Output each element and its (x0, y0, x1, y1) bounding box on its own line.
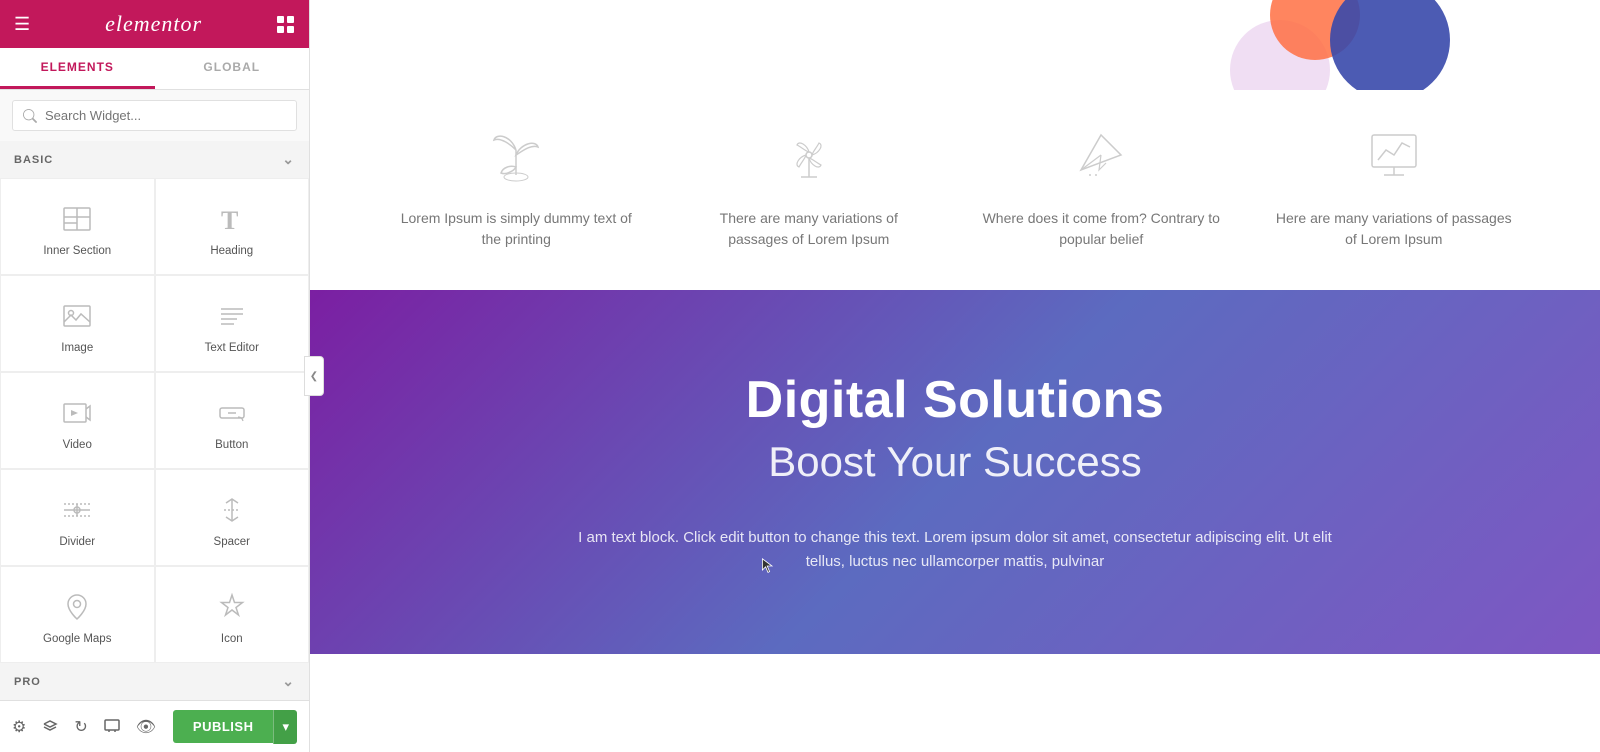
feature-item-3: Here are many variations of passages of … (1274, 120, 1514, 250)
deco-circle-blue (1330, 0, 1450, 90)
pro-section-label: PRO (14, 676, 41, 688)
pro-section-header[interactable]: PRO ⌄ (0, 663, 309, 700)
sidebar-bottom: ⚙ ↻ 👁 PUBLISH ▾ (0, 700, 309, 752)
divider-icon (61, 492, 93, 528)
google-maps-icon (61, 589, 93, 625)
widget-icon-label: Icon (221, 633, 243, 645)
publish-group: PUBLISH ▾ (173, 710, 297, 744)
publish-arrow-button[interactable]: ▾ (273, 710, 297, 744)
sidebar: ☰ elementor ELEMENTS GLOBAL BASIC ⌄ (0, 0, 310, 752)
pro-chevron-icon: ⌄ (282, 673, 295, 690)
feature-icon-paper-plane (1066, 120, 1136, 190)
feature-item-0: Lorem Ipsum is simply dummy text of the … (396, 120, 636, 250)
hero-title: Digital Solutions (746, 370, 1165, 430)
publish-button[interactable]: PUBLISH (173, 710, 274, 743)
preview-icon[interactable]: 👁 (136, 717, 156, 737)
widget-google-maps-label: Google Maps (43, 633, 111, 645)
feature-text-3: Here are many variations of passages of … (1274, 208, 1514, 250)
image-icon (61, 298, 93, 334)
history-icon[interactable]: ↻ (74, 717, 87, 737)
basic-section-label: BASIC (14, 154, 53, 166)
feature-item-2: Where does it come from? Contrary to pop… (981, 120, 1221, 250)
widget-divider[interactable]: Divider (0, 469, 155, 566)
widget-text-editor[interactable]: Text Editor (155, 275, 310, 372)
tab-global[interactable]: GLOBAL (155, 48, 310, 89)
responsive-icon[interactable] (104, 716, 120, 737)
heading-icon: T (216, 201, 248, 237)
widget-video-label: Video (63, 439, 92, 451)
bottom-icons: ⚙ ↻ 👁 (12, 716, 156, 737)
sidebar-tabs: ELEMENTS GLOBAL (0, 48, 309, 90)
canvas: Lorem Ipsum is simply dummy text of the … (310, 0, 1600, 752)
layers-icon[interactable] (42, 716, 58, 737)
features-row: Lorem Ipsum is simply dummy text of the … (310, 90, 1600, 290)
hamburger-icon[interactable]: ☰ (14, 14, 30, 35)
canvas-inner: Lorem Ipsum is simply dummy text of the … (310, 0, 1600, 752)
grid-icon[interactable] (277, 16, 295, 33)
widget-text-editor-label: Text Editor (205, 342, 259, 354)
spacer-icon (216, 492, 248, 528)
feature-text-0: Lorem Ipsum is simply dummy text of the … (396, 208, 636, 250)
feature-icon-monitor-chart (1359, 120, 1429, 190)
widget-heading[interactable]: T Heading (155, 178, 310, 275)
widget-icon[interactable]: Icon (155, 566, 310, 663)
feature-icon-pinwheel (774, 120, 844, 190)
sidebar-header: ☰ elementor (0, 0, 309, 48)
widget-video[interactable]: Video (0, 372, 155, 469)
widget-inner-section[interactable]: Inner Section (0, 178, 155, 275)
widget-inner-section-label: Inner Section (43, 245, 111, 257)
widget-google-maps[interactable]: Google Maps (0, 566, 155, 663)
basic-chevron-icon: ⌄ (282, 151, 295, 168)
button-icon (216, 395, 248, 431)
icon-widget-icon (216, 589, 248, 625)
text-editor-icon (216, 298, 248, 334)
widget-image[interactable]: Image (0, 275, 155, 372)
basic-section-header[interactable]: BASIC ⌄ (0, 141, 309, 178)
search-bar (0, 90, 309, 141)
settings-icon[interactable]: ⚙ (12, 717, 26, 737)
widget-button[interactable]: Button (155, 372, 310, 469)
inner-section-icon (61, 201, 93, 237)
widgets-grid: Inner Section T Heading Image (0, 178, 309, 663)
canvas-top-deco (310, 0, 1600, 90)
hero-section: Digital Solutions Boost Your Success I a… (310, 290, 1600, 654)
elementor-logo: elementor (105, 11, 202, 37)
feature-item-1: There are many variations of passages of… (689, 120, 929, 250)
widget-heading-label: Heading (210, 245, 253, 257)
feature-icon-plant (481, 120, 551, 190)
feature-text-1: There are many variations of passages of… (689, 208, 929, 250)
widget-spacer[interactable]: Spacer (155, 469, 310, 566)
hero-body: I am text block. Click edit button to ch… (565, 526, 1345, 574)
search-input[interactable] (12, 100, 297, 131)
sidebar-collapse-handle[interactable]: ❮ (304, 356, 324, 396)
widget-image-label: Image (61, 342, 93, 354)
svg-text:T: T (221, 206, 238, 235)
widget-spacer-label: Spacer (214, 536, 250, 548)
feature-text-2: Where does it come from? Contrary to pop… (981, 208, 1221, 250)
widget-divider-label: Divider (59, 536, 95, 548)
tab-elements[interactable]: ELEMENTS (0, 48, 155, 89)
video-icon (61, 395, 93, 431)
hero-subtitle: Boost Your Success (768, 438, 1142, 486)
widget-button-label: Button (215, 439, 248, 451)
